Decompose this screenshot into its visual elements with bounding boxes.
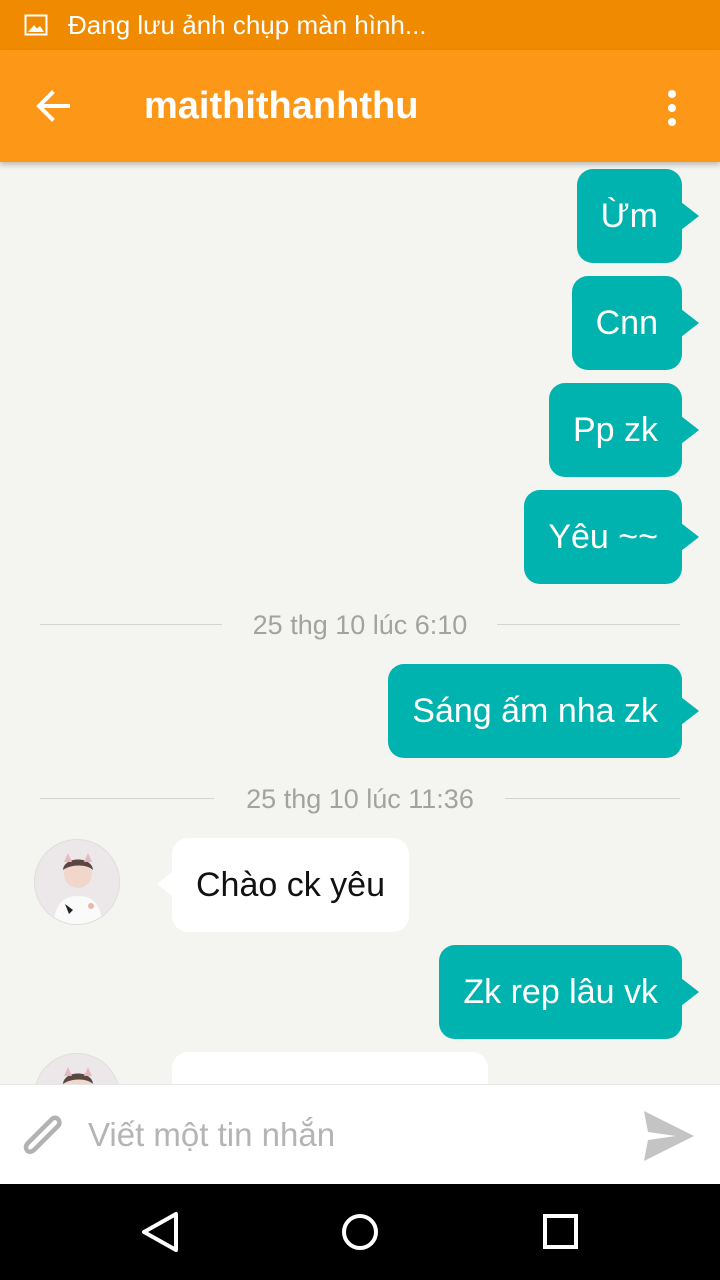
paperclip-icon [23, 1115, 62, 1154]
nav-home-button[interactable] [330, 1202, 390, 1262]
nav-recents-icon [543, 1214, 578, 1249]
back-button[interactable] [24, 77, 88, 135]
nav-home-icon [342, 1214, 378, 1250]
outgoing-message[interactable]: Cnn [571, 276, 700, 370]
nav-back-icon [142, 1212, 178, 1252]
arrow-back-icon [36, 90, 70, 122]
outgoing-message[interactable]: Pp zk [548, 383, 700, 477]
date-separator-label: 25 thg 10 lúc 11:36 [246, 784, 474, 814]
app-bar: maithithanhthu [0, 50, 720, 162]
nav-back-button[interactable] [130, 1202, 190, 1262]
outgoing-message[interactable]: Sáng ấm nha zk [388, 664, 699, 758]
date-separator-label: 25 thg 10 lúc 6:10 [252, 610, 468, 640]
send-button[interactable] [638, 1107, 698, 1165]
incoming-message[interactable]: Chào ck yêu [157, 838, 409, 932]
message-list[interactable]: Ừm Cnn Pp zk Yêu ~~ 25 thg 10 lúc 6:10 S… [0, 162, 720, 1084]
outgoing-message[interactable]: Zk rep lâu vk [439, 945, 699, 1039]
send-icon [644, 1111, 694, 1161]
date-separator: 25 thg 10 lúc 6:10 [40, 603, 680, 647]
image-icon [24, 14, 48, 36]
message-input[interactable] [88, 1105, 618, 1165]
contact-avatar[interactable] [34, 839, 120, 925]
more-options-button[interactable] [648, 80, 696, 132]
person-photo [35, 840, 119, 924]
incoming-message[interactable] [172, 1052, 488, 1084]
chat-title: maithithanhthu [144, 85, 419, 127]
system-navigation-bar [0, 1184, 720, 1280]
attach-button[interactable] [16, 1109, 72, 1161]
more-vertical-icon [668, 90, 676, 98]
person-photo [35, 1054, 119, 1084]
date-separator: 25 thg 10 lúc 11:36 [40, 777, 680, 821]
contact-avatar[interactable] [34, 1053, 120, 1084]
message-composer [0, 1084, 720, 1184]
outgoing-message[interactable]: Ừm [576, 169, 700, 263]
status-bar: Đang lưu ảnh chụp màn hình... [0, 0, 720, 50]
outgoing-message[interactable]: Yêu ~~ [524, 490, 699, 584]
nav-recents-button[interactable] [530, 1202, 590, 1262]
status-text: Đang lưu ảnh chụp màn hình... [68, 10, 427, 40]
